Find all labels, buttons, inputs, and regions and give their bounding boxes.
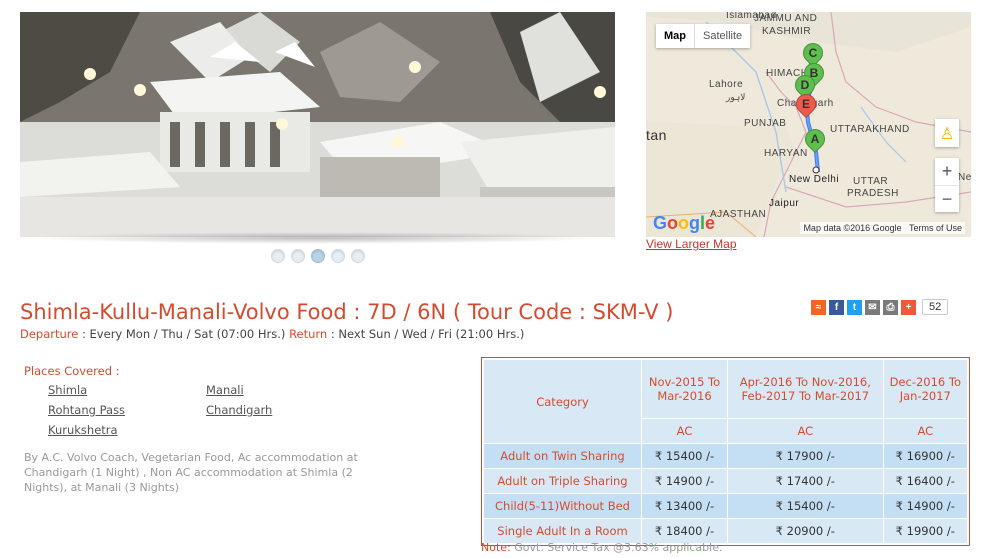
zoom-in-button[interactable]: + — [935, 158, 959, 185]
map-label-uttarakhand: UTTARAKHAND — [830, 124, 910, 135]
map-label-new-delhi: New Delhi — [789, 174, 840, 185]
ac-label-3: AC — [882, 418, 969, 444]
hero-shadow — [30, 232, 605, 244]
tour-description: By A.C. Volvo Coach, Vegetarian Food, Ac… — [24, 451, 358, 494]
map-data-text: Map data ©2016 Google — [803, 223, 902, 233]
slider-dot-5[interactable] — [351, 249, 365, 263]
map-type-control: Map Satellite — [656, 24, 751, 48]
map-label-kashmir: KASHMIR — [762, 26, 812, 37]
return-label: Return — [289, 327, 328, 341]
price-header-row: Category Nov-2015 To Mar-2016 Apr-2016 T… — [483, 359, 969, 444]
terms-link[interactable]: Terms of Use — [909, 223, 962, 233]
period-header-2: Apr-2016 To Nov-2016, Feb-2017 To Mar-20… — [727, 359, 884, 419]
price-row-label: Adult on Twin Sharing — [483, 443, 642, 469]
price-cell: ₹ 19900 /- — [882, 518, 969, 544]
category-header: Category — [483, 359, 642, 444]
snow-landscape-image — [20, 12, 615, 237]
map-label-nepal: Nep — [958, 172, 971, 183]
map-label-uttar: UTTAR — [853, 176, 889, 187]
map-label-pakistan: tan — [646, 127, 667, 143]
print-icon[interactable]: ⎙ — [883, 299, 898, 315]
note-text: Govt. Service Tax @3.63% applicable. — [510, 541, 723, 554]
hero-image — [20, 12, 615, 237]
place-link-kurukshetra[interactable]: Kurukshetra — [48, 423, 118, 437]
place-link-shimla[interactable]: Shimla — [48, 383, 87, 397]
return-value: : Next Sun / Wed / Fri (21:00 Hrs.) — [327, 327, 525, 341]
zoom-out-button[interactable]: − — [935, 185, 959, 212]
ac-label-2: AC — [727, 418, 884, 444]
map-label-rajasthan: AJASTHAN — [710, 209, 767, 220]
slider-dot-2[interactable] — [291, 249, 305, 263]
price-cell: ₹ 14900 /- — [882, 493, 969, 519]
price-cell: ₹ 16900 /- — [882, 443, 969, 469]
pegman-icon[interactable]: ♙ — [935, 119, 959, 147]
map-type-map-button[interactable]: Map — [656, 24, 694, 48]
map-label-punjab: PUNJAB — [744, 118, 787, 129]
ac-label-1: AC — [640, 418, 729, 444]
price-cell: ₹ 15400 /- — [727, 493, 884, 519]
map-label-jaipur: Jaipur — [769, 198, 800, 209]
places-covered-heading: Places Covered : — [24, 364, 120, 378]
period-header-3: Dec-2016 To Jan-2017 — [882, 359, 969, 419]
place-link-rohtang-pass[interactable]: Rohtang Pass — [48, 403, 125, 417]
map-label-pradesh: PRADESH — [847, 188, 899, 199]
price-row-label: Single Adult In a Room — [483, 518, 642, 544]
place-link-chandigarh[interactable]: Chandigarh — [206, 403, 272, 417]
schedule-line: Departure : Every Mon / Thu / Sat (07:00… — [20, 327, 524, 341]
route-map[interactable]: Islamabad JAMMU AND KASHMIR HIMACHAL Lah… — [646, 12, 971, 237]
place-link-manali[interactable]: Manali — [206, 383, 244, 397]
price-cell: ₹ 15400 /- — [640, 443, 729, 469]
map-label-lahore: Lahore — [709, 79, 744, 90]
map-label-lahore-urdu: لاہور — [726, 92, 746, 102]
price-cell: ₹ 17900 /- — [727, 443, 884, 469]
price-row-label: Adult on Triple Sharing — [483, 468, 642, 494]
price-row-label: Child(5-11)Without Bed — [483, 493, 642, 519]
slider-pagination — [271, 249, 365, 263]
facebook-icon[interactable]: f — [829, 299, 844, 315]
price-row: Single Adult In a Room ₹ 18400 /- ₹ 2090… — [483, 518, 969, 544]
price-cell: ₹ 20900 /- — [727, 518, 884, 544]
period-header-1: Nov-2015 To Mar-2016 — [640, 359, 729, 419]
share-count: 52 — [922, 299, 949, 315]
email-icon[interactable]: ✉ — [865, 299, 880, 315]
view-larger-map-link[interactable]: View Larger Map — [646, 237, 737, 251]
slider-dot-3[interactable] — [311, 249, 325, 263]
map-label-jammu: JAMMU AND — [754, 13, 818, 24]
price-cell: ₹ 17400 /- — [727, 468, 884, 494]
slider-dot-1[interactable] — [271, 249, 285, 263]
price-table: Category Nov-2015 To Mar-2016 Apr-2016 T… — [483, 359, 969, 544]
price-row: Child(5-11)Without Bed ₹ 13400 /- ₹ 1540… — [483, 493, 969, 519]
price-cell: ₹ 18400 /- — [640, 518, 729, 544]
price-cell: ₹ 13400 /- — [640, 493, 729, 519]
twitter-icon[interactable]: t — [847, 299, 862, 315]
tour-title: Shimla-Kullu-Manali-Volvo Food : 7D / 6N… — [20, 300, 674, 324]
google-logo: Google — [653, 213, 716, 233]
addthis-plus-icon[interactable]: + — [901, 299, 916, 315]
price-cell: ₹ 16400 /- — [882, 468, 969, 494]
map-label-haryana: HARYAN — [764, 148, 808, 159]
map-attribution: Map data ©2016 Google Terms of Use — [800, 222, 965, 234]
map-type-satellite-button[interactable]: Satellite — [694, 24, 750, 48]
zoom-control: + − — [935, 158, 959, 212]
price-cell: ₹ 14900 /- — [640, 468, 729, 494]
slider-dot-4[interactable] — [331, 249, 345, 263]
rss-icon[interactable]: ≈ — [811, 299, 826, 315]
price-row: Adult on Twin Sharing ₹ 15400 /- ₹ 17900… — [483, 443, 969, 469]
share-bar: ≈ f t ✉ ⎙ + 52 — [811, 299, 949, 315]
tax-note: Note: Govt. Service Tax @3.63% applicabl… — [481, 541, 722, 554]
departure-label: Departure — [20, 327, 79, 341]
departure-value: : Every Mon / Thu / Sat (07:00 Hrs.) — [78, 327, 290, 341]
note-label: Note: — [481, 541, 511, 554]
price-row: Adult on Triple Sharing ₹ 14900 /- ₹ 174… — [483, 468, 969, 494]
price-table-box: Category Nov-2015 To Mar-2016 Apr-2016 T… — [481, 357, 970, 546]
